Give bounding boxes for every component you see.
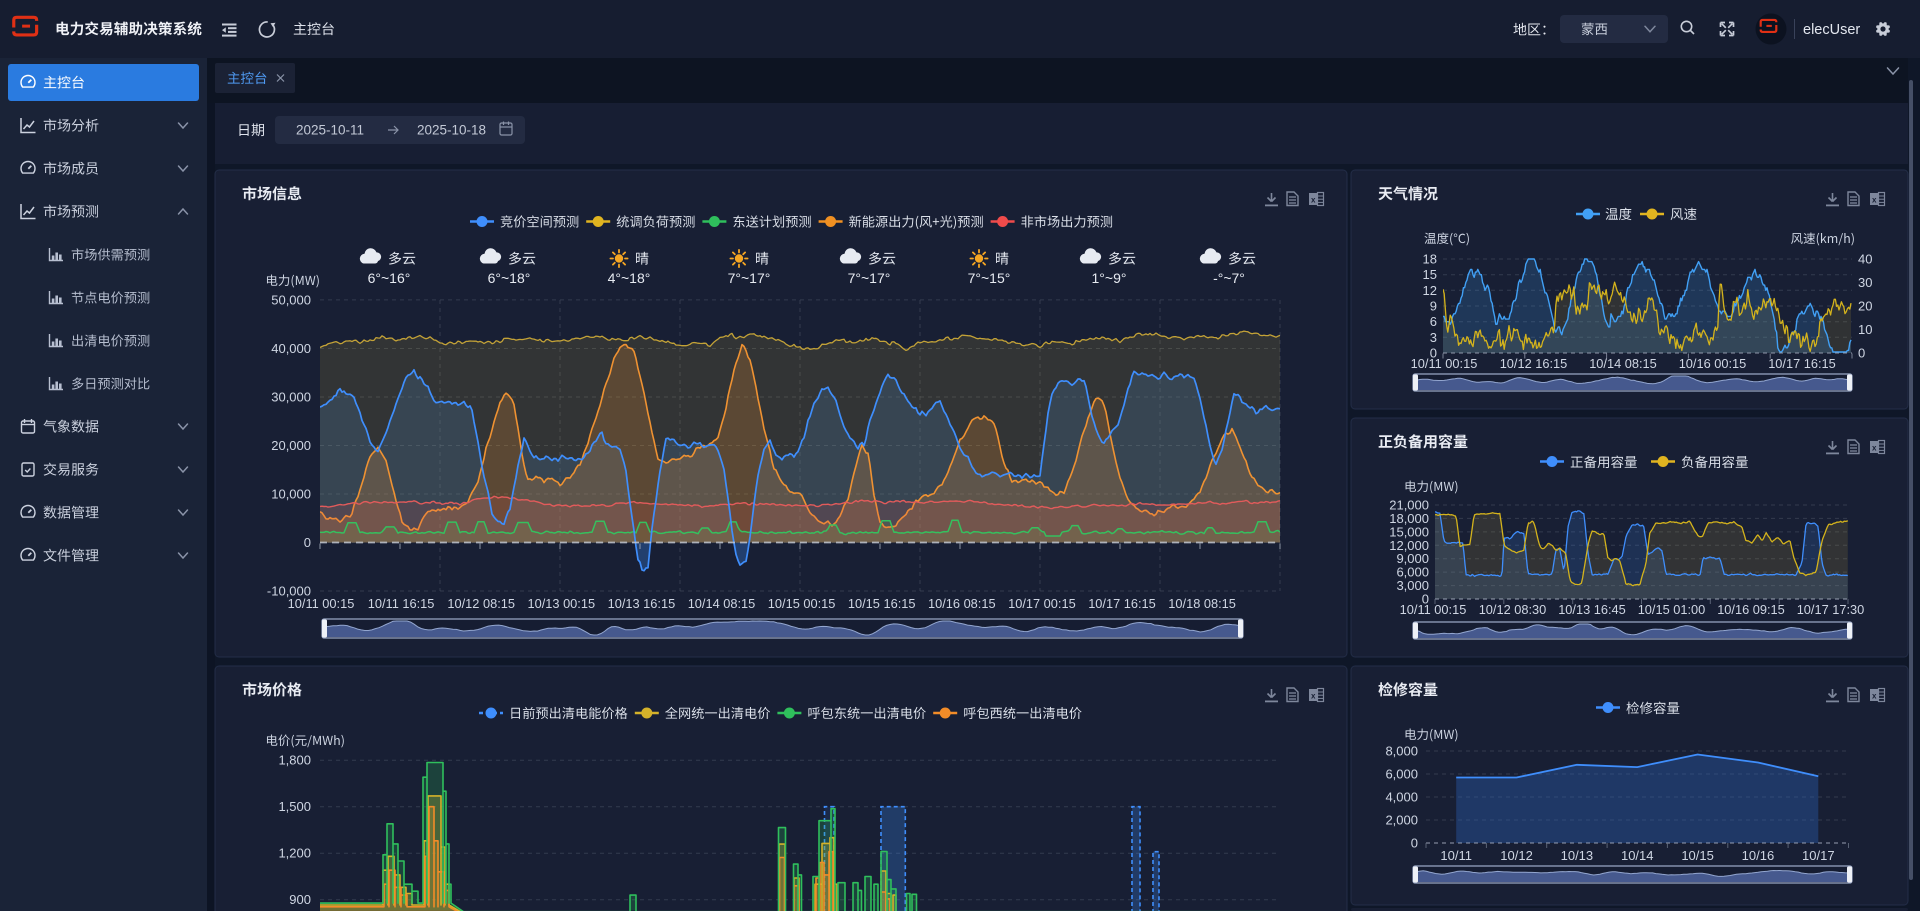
svg-text:1,200: 1,200 (278, 846, 311, 861)
svg-text:10: 10 (1858, 322, 1872, 337)
svg-text:1,800: 1,800 (278, 753, 311, 768)
svg-text:7°~15°: 7°~15° (968, 270, 1011, 286)
svg-text:4°~18°: 4°~18° (608, 270, 651, 286)
svg-text:10/15 16:15: 10/15 16:15 (848, 596, 916, 611)
svg-text:2025-10-18: 2025-10-18 (417, 123, 486, 138)
svg-text:10/16 09:15: 10/16 09:15 (1717, 602, 1785, 617)
svg-text:10/13 16:15: 10/13 16:15 (608, 596, 676, 611)
svg-text:10,000: 10,000 (271, 486, 311, 501)
svg-text:10/15: 10/15 (1681, 848, 1714, 863)
svg-text:900: 900 (289, 892, 311, 907)
svg-text:12: 12 (1423, 283, 1437, 298)
svg-text:10/17 17:30: 10/17 17:30 (1797, 602, 1865, 617)
svg-text:10/14 08:15: 10/14 08:15 (1589, 356, 1657, 371)
svg-text:0: 0 (1858, 346, 1865, 361)
svg-text:0: 0 (1411, 836, 1418, 851)
svg-text:10/12 16:15: 10/12 16:15 (1500, 356, 1568, 371)
svg-text:30,000: 30,000 (271, 389, 311, 404)
svg-text:30: 30 (1858, 275, 1872, 290)
svg-text:10/18 08:15: 10/18 08:15 (1168, 596, 1236, 611)
svg-text:15: 15 (1423, 267, 1437, 282)
svg-text:20,000: 20,000 (271, 438, 311, 453)
svg-text:40: 40 (1858, 252, 1872, 267)
svg-text:18: 18 (1423, 252, 1437, 267)
svg-text:1,500: 1,500 (278, 799, 311, 814)
svg-text:50,000: 50,000 (271, 292, 311, 307)
svg-text:2,000: 2,000 (1385, 813, 1418, 828)
svg-text:6,000: 6,000 (1385, 767, 1418, 782)
svg-text:8,000: 8,000 (1385, 744, 1418, 759)
svg-text:0: 0 (304, 535, 311, 550)
svg-text:6°~16°: 6°~16° (368, 270, 411, 286)
svg-text:10/11: 10/11 (1440, 848, 1472, 863)
svg-text:elecUser: elecUser (1803, 22, 1860, 38)
svg-text:4,000: 4,000 (1385, 790, 1418, 805)
svg-text:x: x (1311, 196, 1316, 205)
svg-text:x: x (1872, 444, 1877, 453)
svg-text:40,000: 40,000 (271, 341, 311, 356)
svg-text:10/14 08:15: 10/14 08:15 (688, 596, 756, 611)
svg-text:10/12 08:15: 10/12 08:15 (447, 596, 515, 611)
svg-text:15,000: 15,000 (1389, 524, 1429, 539)
svg-text:6°~18°: 6°~18° (488, 270, 531, 286)
svg-text:10/17: 10/17 (1802, 848, 1835, 863)
svg-text:10/15 00:15: 10/15 00:15 (768, 596, 836, 611)
svg-text:x: x (1872, 196, 1877, 205)
svg-text:-°~7°: -°~7° (1213, 270, 1245, 286)
svg-text:10/16 08:15: 10/16 08:15 (928, 596, 996, 611)
svg-text:7°~17°: 7°~17° (848, 270, 891, 286)
svg-text:x: x (1311, 692, 1316, 701)
svg-text:10/11 00:15: 10/11 00:15 (1400, 602, 1467, 617)
svg-text:7°~17°: 7°~17° (728, 270, 771, 286)
svg-text:10/17 16:15: 10/17 16:15 (1088, 596, 1156, 611)
svg-text:10/11 16:15: 10/11 16:15 (368, 596, 435, 611)
svg-text:3: 3 (1430, 330, 1437, 345)
svg-text:6: 6 (1430, 314, 1437, 329)
svg-text:10/12 08:30: 10/12 08:30 (1479, 602, 1547, 617)
svg-text:10/13 00:15: 10/13 00:15 (527, 596, 595, 611)
svg-text:9,000: 9,000 (1396, 551, 1429, 566)
svg-text:10/17 16:15: 10/17 16:15 (1768, 356, 1836, 371)
svg-text:10/11 00:15: 10/11 00:15 (1411, 356, 1478, 371)
svg-text:3,000: 3,000 (1396, 578, 1429, 593)
svg-text:10/16: 10/16 (1742, 848, 1775, 863)
svg-text:10/14: 10/14 (1621, 848, 1654, 863)
svg-text:x: x (1872, 692, 1877, 701)
svg-text:10/12: 10/12 (1500, 848, 1533, 863)
svg-text:1°~9°: 1°~9° (1092, 270, 1127, 286)
svg-text:21,000: 21,000 (1389, 498, 1429, 513)
svg-text:10/15 01:00: 10/15 01:00 (1638, 602, 1706, 617)
svg-text:10/17 00:15: 10/17 00:15 (1008, 596, 1076, 611)
svg-text:6,000: 6,000 (1396, 565, 1429, 580)
svg-text:10/13 16:45: 10/13 16:45 (1558, 602, 1626, 617)
svg-text:10/13: 10/13 (1561, 848, 1594, 863)
svg-text:9: 9 (1430, 299, 1437, 314)
svg-text:2025-10-11: 2025-10-11 (296, 123, 364, 138)
svg-text:18,000: 18,000 (1389, 511, 1429, 526)
svg-text:12,000: 12,000 (1389, 538, 1429, 553)
svg-text:20: 20 (1858, 299, 1872, 314)
svg-text:-10,000: -10,000 (267, 584, 311, 599)
